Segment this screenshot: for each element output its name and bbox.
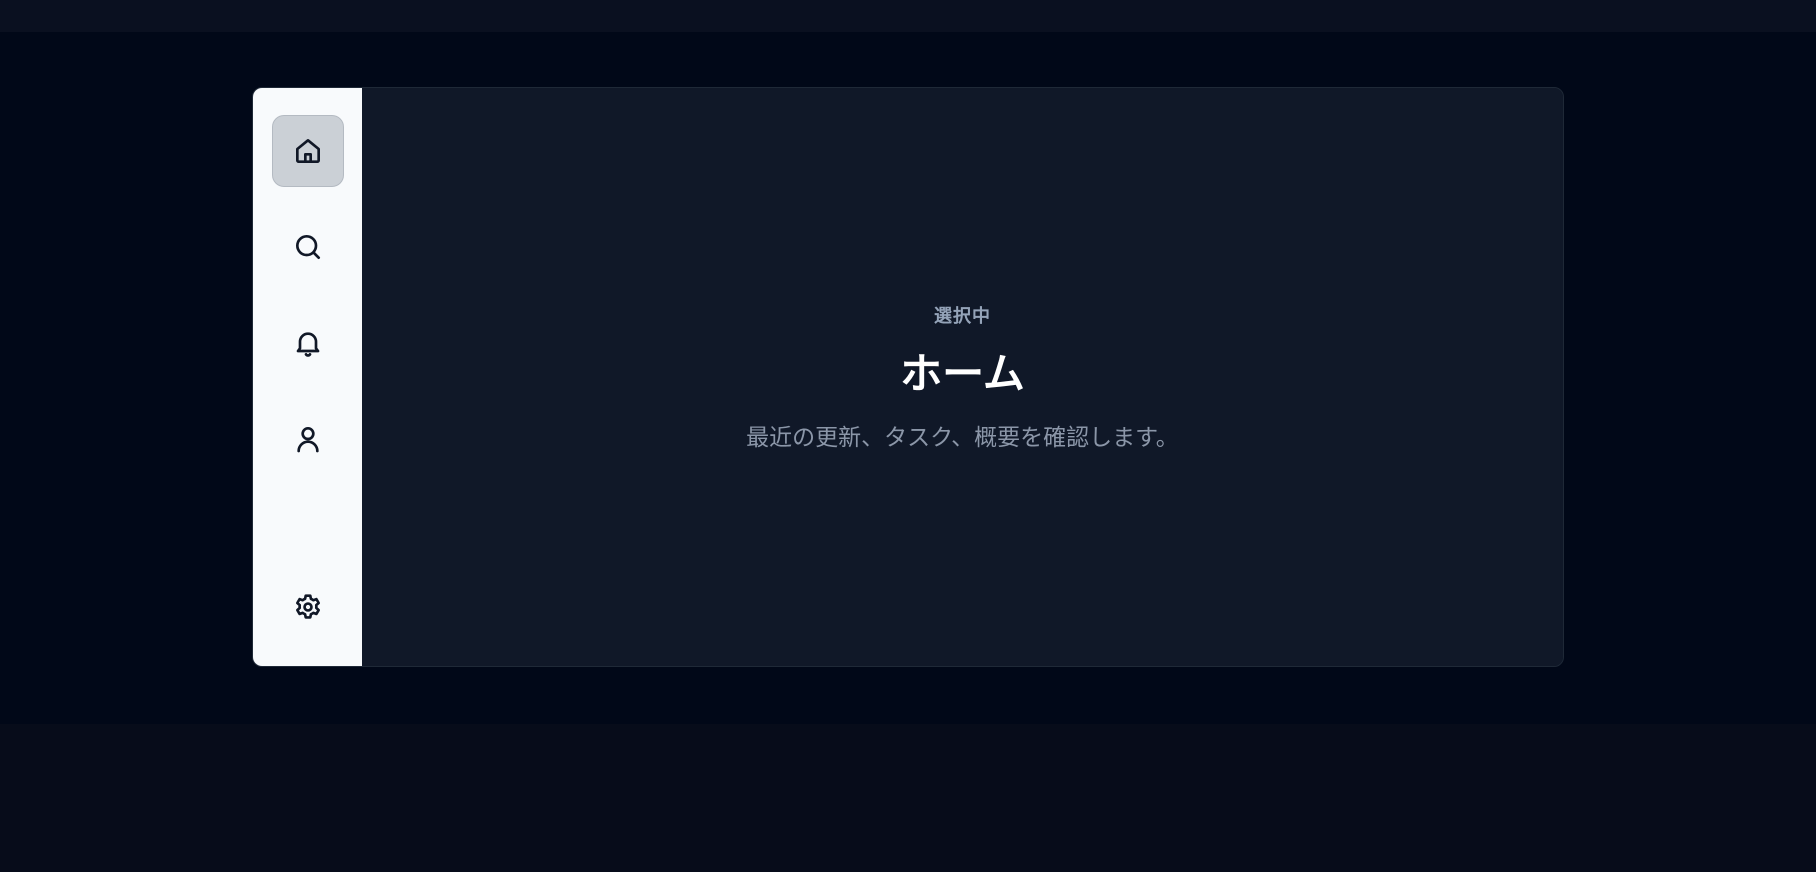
sidebar (253, 88, 362, 666)
app-frame: 選択中 ホーム 最近の更新、タスク、概要を確認します。 (252, 87, 1564, 667)
selected-label: 選択中 (934, 306, 991, 327)
search-icon (296, 235, 320, 259)
bell-icon (296, 332, 320, 357)
content-area: 選択中 ホーム 最近の更新、タスク、概要を確認します。 (362, 88, 1563, 666)
user-icon (297, 427, 319, 453)
page-title: ホーム (900, 349, 1025, 398)
home-icon (296, 139, 320, 163)
top-strip (0, 0, 1816, 32)
sidebar-item-profile[interactable] (272, 403, 344, 475)
sidebar-item-settings[interactable] (272, 571, 344, 643)
sidebar-item-search[interactable] (272, 211, 344, 283)
gear-icon (296, 594, 320, 619)
main-panel: 選択中 ホーム 最近の更新、タスク、概要を確認します。 (362, 88, 1563, 666)
sidebar-item-notifications[interactable] (272, 307, 344, 379)
sidebar-item-home[interactable] (272, 115, 344, 187)
bottom-area (0, 724, 1816, 872)
page-description: 最近の更新、タスク、概要を確認します。 (746, 425, 1179, 451)
